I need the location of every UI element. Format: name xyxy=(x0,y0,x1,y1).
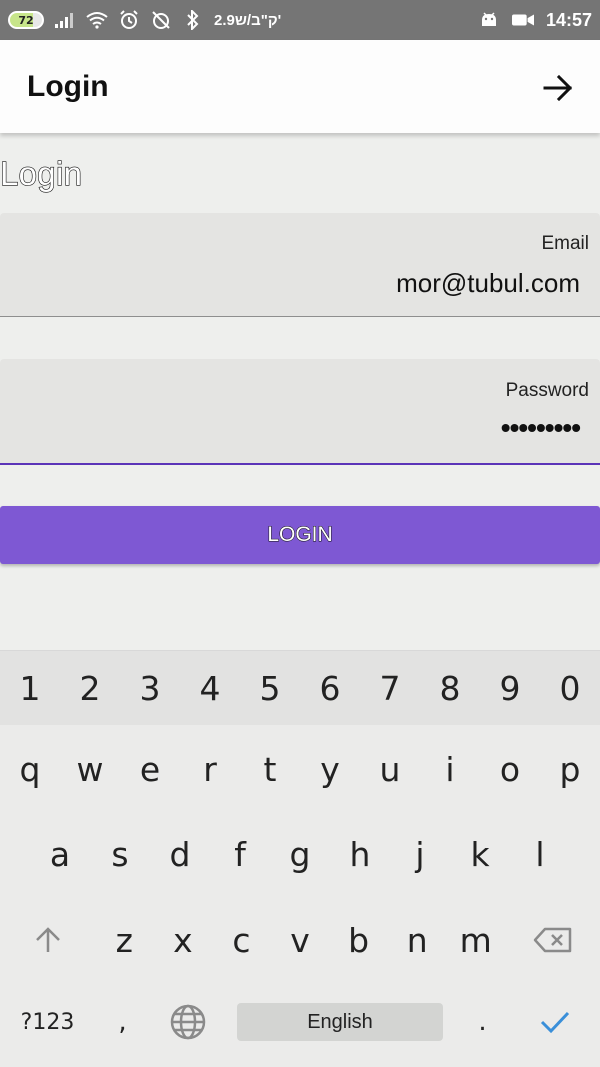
key-r[interactable]: r xyxy=(180,729,240,809)
key-y[interactable]: y xyxy=(300,729,360,809)
wifi-icon xyxy=(86,9,108,31)
key-d[interactable]: d xyxy=(150,814,210,894)
battery-indicator: 72 xyxy=(8,11,44,29)
key-z[interactable]: z xyxy=(95,897,154,983)
key-i[interactable]: i xyxy=(420,729,480,809)
password-value[interactable]: ••••••••• xyxy=(501,412,581,444)
key-q[interactable]: q xyxy=(0,729,60,809)
key-9[interactable]: 9 xyxy=(480,651,540,725)
clock: 14:57 xyxy=(545,9,592,30)
comma-key[interactable]: , xyxy=(95,1007,150,1037)
key-e[interactable]: e xyxy=(120,729,180,809)
key-x[interactable]: x xyxy=(154,897,213,983)
email-value[interactable]: mor@tubul.com xyxy=(396,268,580,299)
key-6[interactable]: 6 xyxy=(300,651,360,725)
key-f[interactable]: f xyxy=(210,814,270,894)
key-3[interactable]: 3 xyxy=(120,651,180,725)
checkmark-icon[interactable] xyxy=(510,1010,600,1034)
key-5[interactable]: 5 xyxy=(240,651,300,725)
bluetooth-icon xyxy=(182,9,204,31)
app-bar-title: Login xyxy=(27,70,109,103)
android-icon xyxy=(478,9,500,31)
key-m[interactable]: m xyxy=(446,897,505,983)
key-0[interactable]: 0 xyxy=(540,651,600,725)
symbols-key[interactable]: ?123 xyxy=(0,1010,95,1035)
key-2[interactable]: 2 xyxy=(60,651,120,725)
key-k[interactable]: k xyxy=(450,814,510,894)
key-c[interactable]: c xyxy=(212,897,271,983)
key-a[interactable]: a xyxy=(30,814,90,894)
key-8[interactable]: 8 xyxy=(420,651,480,725)
key-1[interactable]: 1 xyxy=(0,651,60,725)
key-t[interactable]: t xyxy=(240,729,300,809)
key-u[interactable]: u xyxy=(360,729,420,809)
backspace-icon[interactable] xyxy=(505,897,600,983)
space-key[interactable]: English xyxy=(237,1003,443,1041)
network-speed: 2.9ק"ב/ש' xyxy=(214,11,282,29)
video-icon xyxy=(511,9,534,31)
keyboard-row-3: z x c v b n m xyxy=(0,897,600,983)
keyboard-row-1: q w e r t y u i o p xyxy=(0,729,600,809)
key-o[interactable]: o xyxy=(480,729,540,809)
period-key[interactable]: . xyxy=(455,1007,510,1037)
login-button[interactable]: LOGIN xyxy=(0,506,600,564)
key-7[interactable]: 7 xyxy=(360,651,420,725)
login-button-label: LOGIN xyxy=(267,523,333,547)
soft-keyboard: 1 2 3 4 5 6 7 8 9 0 q w e r t y u i o p … xyxy=(0,650,600,1067)
shift-icon[interactable] xyxy=(0,897,95,983)
keyboard-number-row: 1 2 3 4 5 6 7 8 9 0 xyxy=(0,651,600,725)
signal-icon xyxy=(54,9,76,31)
keyboard-row-4: ?123 , English . xyxy=(0,986,600,1058)
key-j[interactable]: j xyxy=(390,814,450,894)
key-4[interactable]: 4 xyxy=(180,651,240,725)
battery-level: 72 xyxy=(18,13,34,27)
key-g[interactable]: g xyxy=(270,814,330,894)
password-field[interactable]: Password ••••••••• xyxy=(0,359,600,465)
key-s[interactable]: s xyxy=(90,814,150,894)
key-h[interactable]: h xyxy=(330,814,390,894)
alarm-off-icon xyxy=(150,9,172,31)
alarm-icon xyxy=(118,9,140,31)
globe-icon[interactable] xyxy=(150,1004,225,1040)
key-p[interactable]: p xyxy=(540,729,600,809)
arrow-right-icon[interactable] xyxy=(542,72,574,104)
key-b[interactable]: b xyxy=(329,897,388,983)
key-l[interactable]: l xyxy=(510,814,570,894)
key-n[interactable]: n xyxy=(388,897,447,983)
keyboard-row-2: a s d f g h j k l xyxy=(0,814,600,894)
email-field[interactable]: Email mor@tubul.com xyxy=(0,213,600,317)
key-v[interactable]: v xyxy=(271,897,330,983)
password-label: Password xyxy=(505,380,589,401)
status-bar: 72 2.9ק"ב/ש' 14:57 xyxy=(0,0,600,40)
app-bar: Login xyxy=(0,40,600,133)
page-heading: Login xyxy=(0,154,83,192)
email-label: Email xyxy=(541,233,589,254)
key-w[interactable]: w xyxy=(60,729,120,809)
